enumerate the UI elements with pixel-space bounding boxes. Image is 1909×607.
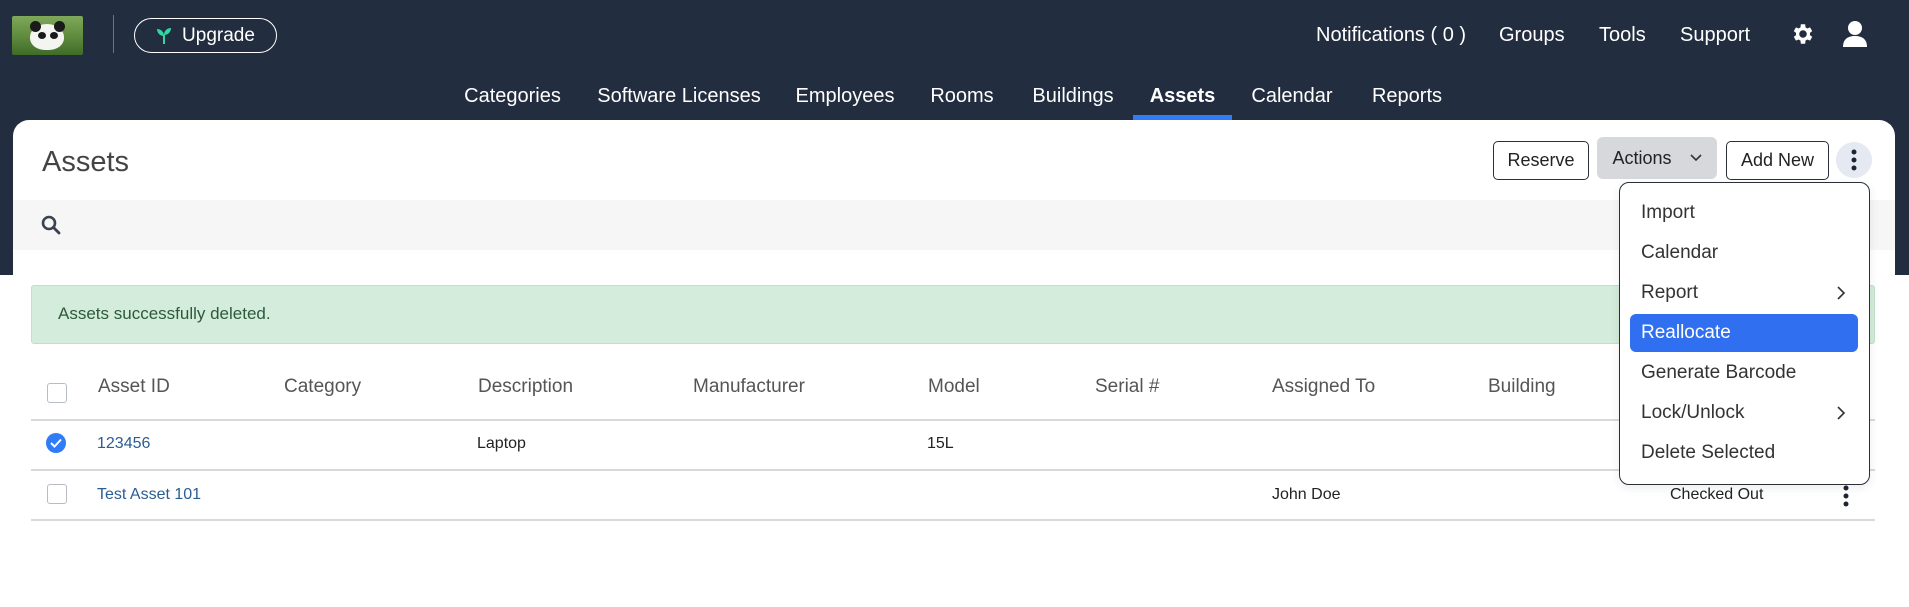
upgrade-button[interactable]: Upgrade	[134, 18, 277, 53]
column-header[interactable]: Model	[928, 376, 980, 398]
nav-groups[interactable]: Groups	[1499, 0, 1565, 70]
row-checkbox[interactable]	[47, 484, 67, 504]
user-icon[interactable]	[1842, 20, 1868, 48]
search-bar[interactable]	[13, 200, 1895, 250]
header-divider	[113, 15, 114, 53]
tab-rooms[interactable]: Rooms	[923, 72, 1001, 120]
actions-dropdown-menu: Import Calendar Report Reallocate Genera…	[1619, 182, 1870, 485]
menu-item-delete-selected[interactable]: Delete Selected	[1630, 434, 1858, 472]
description-cell: Laptop	[477, 435, 526, 452]
add-new-button[interactable]: Add New	[1726, 141, 1829, 180]
panda-logo[interactable]	[12, 16, 83, 55]
column-header[interactable]: Description	[478, 376, 573, 398]
tab-reports[interactable]: Reports	[1363, 72, 1451, 120]
actions-label: Actions	[1612, 147, 1672, 168]
alert-message: Assets successfully deleted.	[58, 304, 271, 323]
search-icon[interactable]	[41, 215, 61, 235]
column-header[interactable]: Serial #	[1095, 376, 1159, 398]
row-divider	[31, 469, 1875, 471]
more-options-button[interactable]	[1836, 142, 1872, 178]
menu-item-calendar[interactable]: Calendar	[1630, 234, 1858, 272]
tab-buildings[interactable]: Buildings	[1022, 72, 1124, 120]
upgrade-label: Upgrade	[182, 24, 255, 46]
column-header[interactable]: Manufacturer	[693, 376, 805, 398]
tab-assets[interactable]: Assets	[1133, 72, 1232, 120]
menu-item-lock-unlock[interactable]: Lock/Unlock	[1630, 394, 1858, 432]
sub-navigation: Categories Software Licenses Employees R…	[0, 72, 1909, 120]
page-title: Assets	[42, 146, 130, 178]
column-header[interactable]: Assigned To	[1272, 376, 1375, 398]
menu-item-reallocate[interactable]: Reallocate	[1630, 314, 1858, 352]
header-divider-line	[31, 419, 1875, 421]
assigned-to-cell: John Doe	[1272, 486, 1341, 503]
chevron-right-icon	[1837, 286, 1846, 300]
content-card	[13, 120, 1895, 607]
nav-support[interactable]: Support	[1680, 0, 1750, 70]
tab-categories[interactable]: Categories	[455, 72, 570, 120]
column-header[interactable]: Category	[284, 376, 361, 398]
chevron-down-icon	[1689, 154, 1702, 162]
column-header[interactable]: Building	[1488, 376, 1556, 398]
kebab-icon	[1843, 485, 1849, 507]
model-cell: 15L	[927, 435, 954, 452]
success-alert	[31, 285, 1875, 344]
row-divider	[31, 519, 1875, 521]
status-cell: Checked Out	[1670, 486, 1764, 503]
kebab-icon	[1851, 149, 1857, 171]
nav-tools[interactable]: Tools	[1599, 0, 1646, 70]
asset-id-link[interactable]: 123456	[97, 435, 150, 453]
check-icon	[50, 438, 62, 448]
asset-id-link[interactable]: Test Asset 101	[97, 486, 201, 504]
row-checkbox[interactable]	[46, 433, 66, 453]
nav-notifications[interactable]: Notifications ( 0 )	[1316, 0, 1466, 70]
reserve-button[interactable]: Reserve	[1493, 141, 1589, 180]
sprout-icon	[157, 27, 172, 44]
select-all-checkbox[interactable]	[47, 383, 67, 403]
actions-button[interactable]: Actions	[1597, 137, 1717, 179]
tab-software-licenses[interactable]: Software Licenses	[590, 72, 768, 120]
column-header[interactable]: Asset ID	[98, 376, 170, 398]
row-actions-button[interactable]	[1836, 483, 1856, 509]
menu-item-report[interactable]: Report	[1630, 274, 1858, 312]
gear-icon[interactable]	[1790, 21, 1816, 47]
chevron-right-icon	[1837, 406, 1846, 420]
tab-employees[interactable]: Employees	[790, 72, 900, 120]
tab-calendar[interactable]: Calendar	[1245, 72, 1339, 120]
menu-item-generate-barcode[interactable]: Generate Barcode	[1630, 354, 1858, 392]
menu-item-import[interactable]: Import	[1630, 194, 1858, 232]
